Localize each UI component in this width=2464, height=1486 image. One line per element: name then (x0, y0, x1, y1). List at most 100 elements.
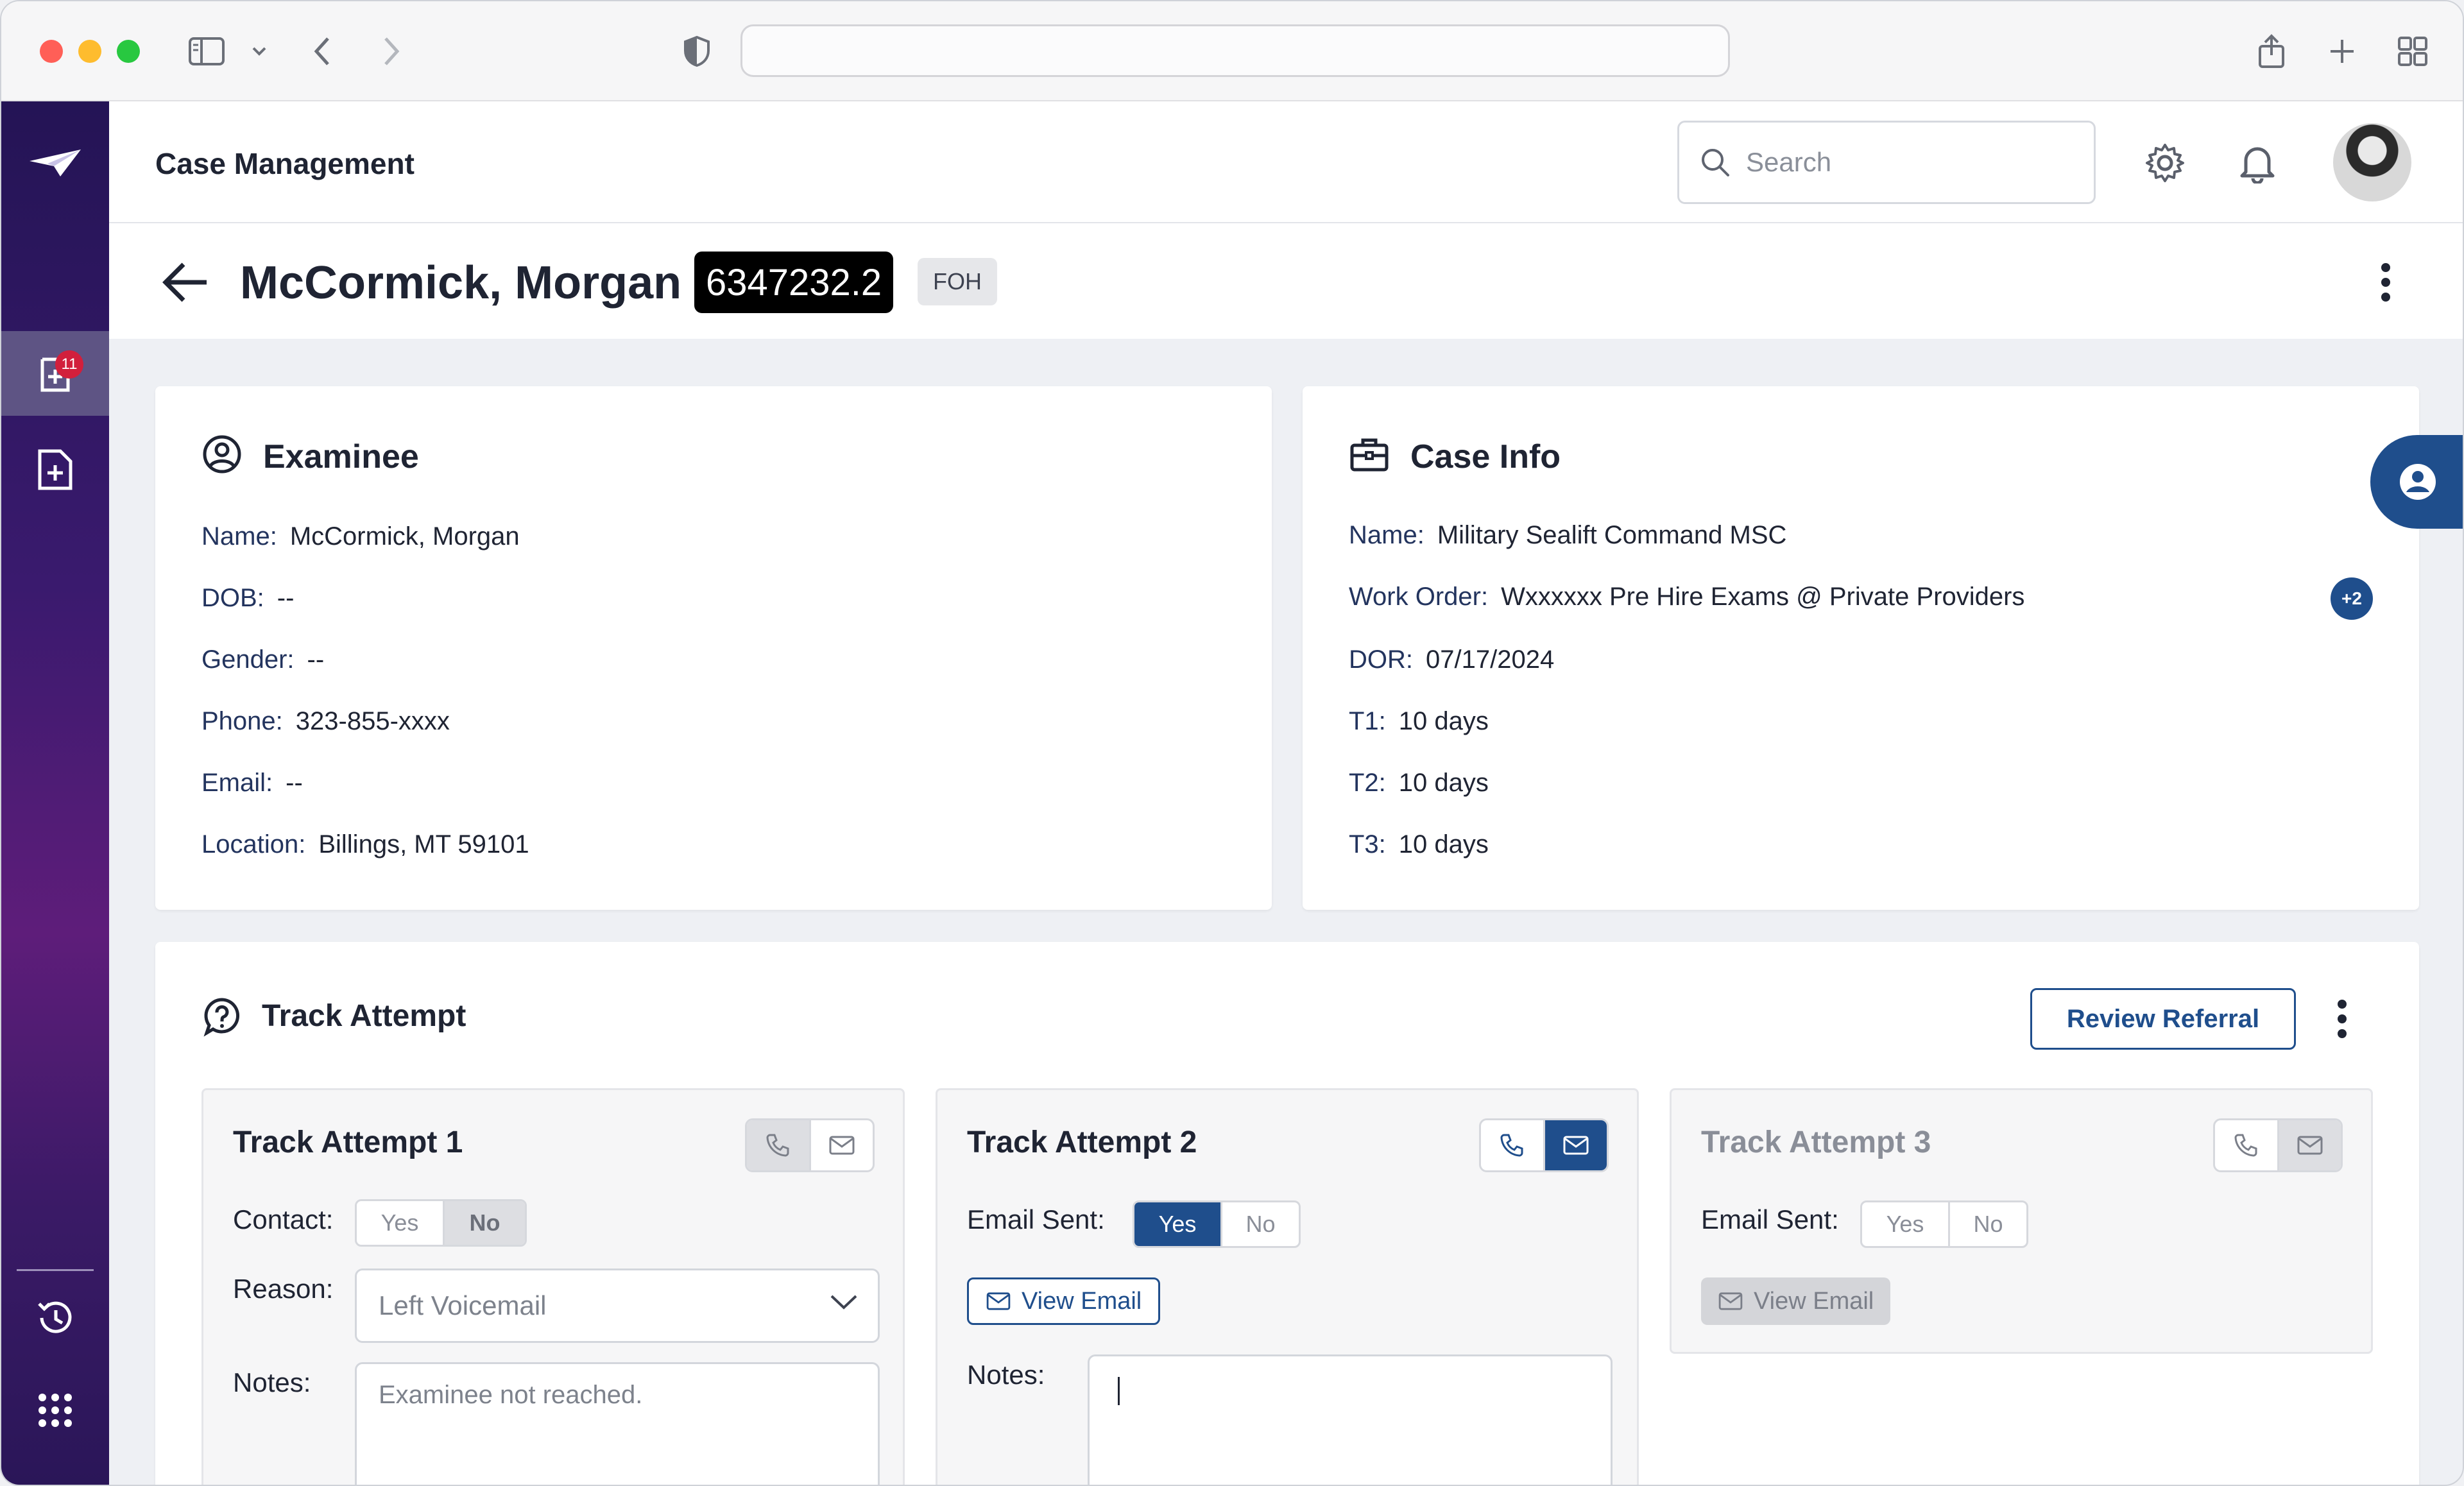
app-logo[interactable] (1, 121, 109, 205)
examinee-email-row: Email: -- (201, 769, 303, 797)
email-sent-no-option[interactable]: No (1948, 1202, 2026, 1246)
phone-icon[interactable] (2215, 1120, 2277, 1170)
back-arrow-icon[interactable] (160, 257, 212, 308)
document-add-icon (38, 449, 73, 490)
reason-select[interactable]: Left Voicemail (355, 1268, 880, 1343)
more-work-orders-badge[interactable]: +2 (2331, 577, 2373, 620)
examinee-phone-row: Phone: 323-855-xxxx (201, 707, 450, 735)
attempt-2-method-toggle (1479, 1118, 1609, 1172)
browser-toolbar (1, 1, 2463, 101)
user-circle-icon (2400, 464, 2436, 500)
reason-label: Reason: (233, 1274, 334, 1304)
work-order-row: Work Order: Wxxxxxx Pre Hire Exams @ Priv… (1349, 583, 2025, 611)
privacy-shield-icon[interactable] (678, 32, 716, 71)
contact-label: Contact: (233, 1204, 334, 1234)
attempt-2-notes-textarea[interactable] (1088, 1354, 1613, 1485)
share-icon[interactable] (2252, 32, 2291, 71)
text-cursor (1118, 1377, 1120, 1405)
email-icon (986, 1292, 1011, 1310)
examinee-name-heading: McCormick, Morgan (240, 257, 682, 309)
view-email-label: View Email (1022, 1287, 1142, 1315)
forward-nav-icon[interactable] (372, 32, 411, 71)
back-nav-icon[interactable] (303, 32, 341, 71)
sidebar-divider (17, 1269, 94, 1271)
new-tab-icon[interactable] (2323, 32, 2361, 71)
case-type-tag: FOH (918, 258, 997, 305)
apps-grid-icon (38, 1394, 72, 1427)
dor-row: DOR: 07/17/2024 (1349, 645, 1555, 674)
question-bubble-icon (203, 998, 240, 1037)
gear-icon[interactable] (2143, 141, 2187, 185)
attempt-1-title: Track Attempt 1 (233, 1125, 463, 1159)
case-info-card: Case Info Name: Military Sealift Command … (1303, 386, 2419, 910)
email-sent-label: Email Sent: (967, 1204, 1105, 1234)
email-icon[interactable] (809, 1120, 873, 1170)
minimize-window-button[interactable] (78, 40, 101, 63)
user-avatar[interactable] (2333, 123, 2411, 201)
page-more-menu-icon[interactable] (2373, 257, 2399, 308)
email-sent-yes-option[interactable]: Yes (1862, 1202, 1948, 1246)
sidebar-item-cases-active[interactable]: 11 (1, 331, 109, 416)
contact-yes-option[interactable]: Yes (357, 1201, 443, 1245)
attempt-2-title: Track Attempt 2 (967, 1125, 1197, 1159)
attempt-1-method-toggle (745, 1118, 875, 1172)
close-window-button[interactable] (40, 40, 63, 63)
maximize-window-button[interactable] (117, 40, 140, 63)
search-input[interactable]: Search (1677, 121, 2096, 204)
t2-row: T2: 10 days (1349, 769, 1489, 797)
attempt-1-notes-textarea[interactable]: Examinee not reached. (355, 1362, 880, 1485)
briefcase-icon (1350, 438, 1389, 472)
reason-selected-value: Left Voicemail (379, 1290, 547, 1320)
attempt-3-method-toggle (2213, 1118, 2343, 1172)
email-icon[interactable] (1543, 1120, 1607, 1170)
review-referral-button[interactable]: Review Referral (2030, 988, 2296, 1050)
examinee-gender-row: Gender: -- (201, 645, 325, 674)
case-info-title: Case Info (1410, 438, 1561, 475)
contact-no-option[interactable]: No (443, 1201, 525, 1245)
contact-yes-no-toggle: Yes No (355, 1199, 527, 1247)
case-title-bar: McCormick, Morgan 6347232.2 FOH (109, 223, 2463, 339)
view-email-button[interactable]: View Email (967, 1277, 1161, 1325)
view-email-label: View Email (1754, 1287, 1874, 1315)
bell-icon[interactable] (2236, 141, 2279, 185)
examinee-name-row: Name: McCormick, Morgan (201, 522, 520, 551)
tab-overview-icon[interactable] (2393, 32, 2432, 71)
case-id-badge: 6347232.2 (694, 252, 894, 313)
sidebar-toggle-icon[interactable] (187, 32, 226, 71)
notes-label: Notes: (233, 1367, 311, 1397)
attempt-3-title: Track Attempt 3 (1701, 1125, 1931, 1159)
search-icon (1702, 149, 1729, 176)
sidebar-item-apps[interactable] (1, 1368, 109, 1453)
track-more-menu-icon[interactable] (2329, 993, 2355, 1045)
sidebar-item-history[interactable] (1, 1276, 109, 1360)
notification-badge: 11 (55, 350, 83, 379)
t1-row: T1: 10 days (1349, 707, 1489, 735)
email-icon (1718, 1292, 1743, 1310)
email-sent-label: Email Sent: (1701, 1204, 1839, 1234)
email-sent-no-option[interactable]: No (1220, 1202, 1299, 1246)
email-sent-yes-option[interactable]: Yes (1134, 1202, 1220, 1246)
track-attempt-3: Track Attempt 3 Email Sent: Yes No View … (1670, 1088, 2373, 1354)
history-icon (38, 1301, 72, 1333)
examinee-location-row: Location: Billings, MT 59101 (201, 830, 529, 858)
floating-user-button[interactable] (2370, 435, 2463, 529)
sidebar-item-new-document[interactable] (1, 427, 109, 512)
phone-icon[interactable] (1481, 1120, 1543, 1170)
view-email-button-disabled[interactable]: View Email (1701, 1277, 1891, 1325)
search-placeholder: Search (1746, 147, 1832, 177)
email-icon[interactable] (2277, 1120, 2341, 1170)
track-attempt-2: Track Attempt 2 Email Sent: Yes No View … (936, 1088, 1639, 1485)
examinee-dob-row: DOB: -- (201, 584, 295, 612)
browser-window: 11 Case Management Search McCormick, Mor… (0, 0, 2464, 1486)
track-attempt-title: Track Attempt (262, 999, 466, 1033)
address-bar[interactable] (740, 24, 1730, 77)
chevron-down-icon[interactable] (240, 32, 278, 71)
notes-label: Notes: (967, 1360, 1045, 1390)
chevron-down-icon (830, 1295, 857, 1310)
phone-icon[interactable] (747, 1120, 809, 1170)
user-circle-icon (203, 435, 241, 474)
track-attempt-1: Track Attempt 1 Contact: Yes No Reason: … (201, 1088, 905, 1485)
app-title: Case Management (155, 147, 415, 180)
email-sent-yes-no-toggle: Yes No (1133, 1200, 1301, 1248)
app-sidebar: 11 (1, 101, 109, 1485)
